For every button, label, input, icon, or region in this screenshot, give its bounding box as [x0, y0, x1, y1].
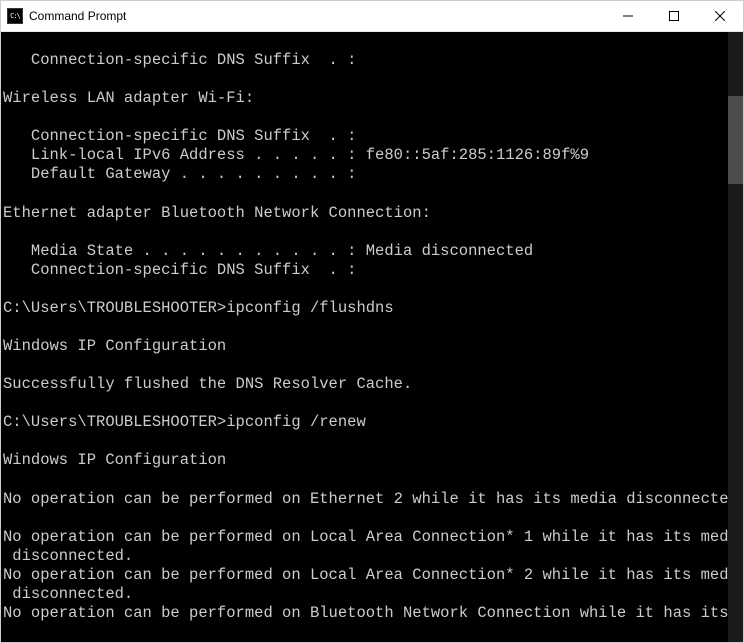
window-controls — [605, 1, 743, 31]
close-icon — [715, 11, 725, 21]
maximize-icon — [669, 11, 679, 21]
command-prompt-window: C:\ Command Prompt Connection-specific D… — [0, 0, 744, 643]
terminal-output[interactable]: Connection-specific DNS Suffix . : Wirel… — [1, 32, 743, 642]
window-title: Command Prompt — [29, 9, 605, 23]
minimize-button[interactable] — [605, 1, 651, 31]
titlebar[interactable]: C:\ Command Prompt — [1, 1, 743, 32]
terminal-container: Connection-specific DNS Suffix . : Wirel… — [1, 32, 743, 642]
scrollbar[interactable] — [728, 32, 743, 642]
scroll-thumb[interactable] — [728, 96, 743, 184]
maximize-button[interactable] — [651, 1, 697, 31]
app-icon: C:\ — [7, 8, 23, 24]
close-button[interactable] — [697, 1, 743, 31]
minimize-icon — [623, 11, 633, 21]
